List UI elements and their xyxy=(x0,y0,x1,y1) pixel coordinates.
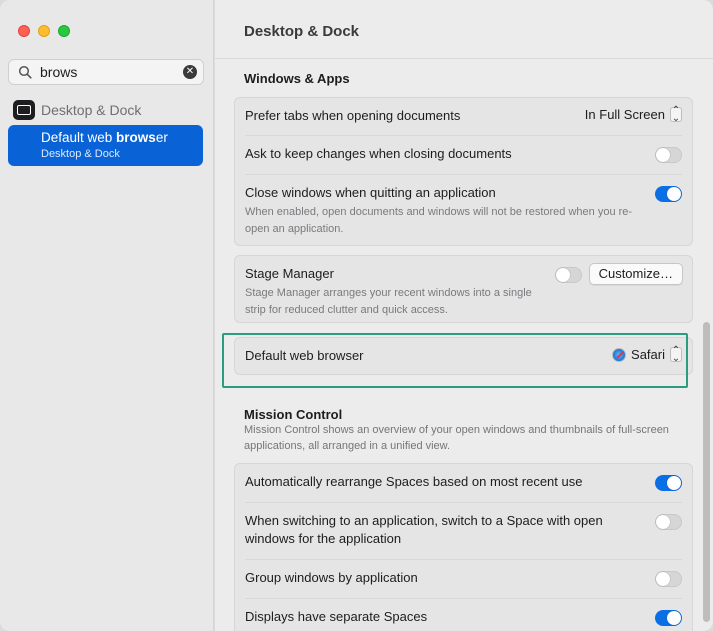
windows-apps-group: Prefer tabs when opening documents In Fu… xyxy=(234,97,693,246)
customize-button[interactable]: Customize… xyxy=(588,263,683,285)
search-result-subtitle: Desktop & Dock xyxy=(41,148,120,160)
auto-rearrange-row: Automatically rearrange Spaces based on … xyxy=(235,464,692,502)
minimize-window-button[interactable] xyxy=(38,25,50,37)
group-windows-toggle[interactable] xyxy=(655,571,682,587)
section-windows-apps-heading: Windows & Apps xyxy=(244,71,350,86)
desktop-dock-icon xyxy=(13,100,35,120)
clear-search-icon[interactable]: ✕ xyxy=(183,65,197,79)
toggle-knob xyxy=(656,515,670,529)
zoom-window-button[interactable] xyxy=(58,25,70,37)
close-windows-toggle[interactable] xyxy=(655,186,682,202)
search-input[interactable] xyxy=(40,64,180,80)
auto-rearrange-label: Automatically rearrange Spaces based on … xyxy=(245,474,583,489)
group-windows-row: Group windows by application xyxy=(235,560,692,598)
search-field[interactable]: ✕ xyxy=(8,59,204,85)
close-window-button[interactable] xyxy=(18,25,30,37)
chevron-updown-icon: ⌃ ⌄ xyxy=(670,104,682,124)
auto-rearrange-toggle[interactable] xyxy=(655,475,682,491)
highlight-box xyxy=(222,333,688,388)
mission-control-group: Automatically rearrange Spaces based on … xyxy=(234,463,693,631)
toggle-knob xyxy=(656,572,670,586)
switch-space-toggle[interactable] xyxy=(655,514,682,530)
search-result-title: Default web browser xyxy=(41,130,168,145)
close-windows-label: Close windows when quitting an applicati… xyxy=(245,185,496,200)
ask-keep-changes-toggle[interactable] xyxy=(655,147,682,163)
sidebar: ✕ Desktop & Dock Default web browser Des… xyxy=(0,0,214,631)
close-windows-row: Close windows when quitting an applicati… xyxy=(235,175,692,247)
separate-spaces-row: Displays have separate Spaces xyxy=(235,599,692,631)
switch-space-row: When switching to an application, switch… xyxy=(235,503,692,559)
page-title: Desktop & Dock xyxy=(244,23,360,40)
divider xyxy=(215,58,713,59)
stage-manager-toggle[interactable] xyxy=(555,267,582,283)
main-pane: Desktop & Dock Windows & Apps Prefer tab… xyxy=(215,0,713,631)
switch-space-label: When switching to an application, switch… xyxy=(245,513,603,546)
prefer-tabs-label: Prefer tabs when opening documents xyxy=(245,108,461,123)
sidebar-item-label: Desktop & Dock xyxy=(41,102,142,118)
separate-spaces-label: Displays have separate Spaces xyxy=(245,609,428,624)
separate-spaces-toggle[interactable] xyxy=(655,610,682,626)
toggle-knob xyxy=(656,148,670,162)
search-result-default-web-browser[interactable]: Default web browser Desktop & Dock xyxy=(8,125,203,166)
toggle-knob xyxy=(667,611,681,625)
ask-keep-changes-label: Ask to keep changes when closing documen… xyxy=(245,146,512,161)
scrollbar[interactable] xyxy=(703,322,710,622)
toggle-knob xyxy=(667,187,681,201)
prefer-tabs-select[interactable]: In Full Screen ⌃ ⌄ xyxy=(585,104,682,124)
stage-manager-desc: Stage Manager arranges your recent windo… xyxy=(245,287,532,316)
toggle-knob xyxy=(556,268,570,282)
sidebar-item-desktop-dock[interactable]: Desktop & Dock xyxy=(13,99,141,121)
search-icon xyxy=(18,65,32,79)
stage-manager-label: Stage Manager xyxy=(245,266,334,281)
prefer-tabs-row: Prefer tabs when opening documents In Fu… xyxy=(235,98,692,135)
section-mission-control-heading: Mission Control xyxy=(244,407,343,422)
toggle-knob xyxy=(667,476,681,490)
stage-manager-group: Stage Manager Stage Manager arranges you… xyxy=(234,255,693,323)
close-windows-desc: When enabled, open documents and windows… xyxy=(245,206,633,235)
mission-control-desc: Mission Control shows an overview of you… xyxy=(244,424,669,452)
ask-keep-changes-row: Ask to keep changes when closing documen… xyxy=(235,136,692,174)
group-windows-label: Group windows by application xyxy=(245,570,418,585)
settings-window: ✕ Desktop & Dock Default web browser Des… xyxy=(0,0,713,631)
